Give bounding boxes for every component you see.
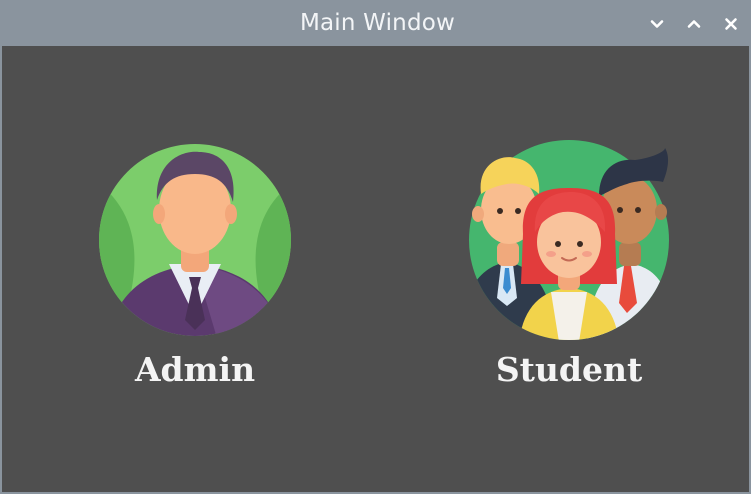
maximize-button[interactable] — [681, 11, 707, 37]
admin-option[interactable]: Admin — [85, 46, 305, 406]
student-option[interactable]: Student — [459, 46, 679, 406]
chevron-down-icon — [650, 20, 664, 28]
minimize-button[interactable] — [644, 11, 670, 37]
window-title: Main Window — [299, 10, 456, 36]
admin-avatar-icon[interactable] — [97, 142, 293, 338]
student-label[interactable]: Student — [459, 350, 679, 389]
close-button[interactable] — [718, 11, 744, 37]
close-icon — [725, 18, 737, 30]
chevron-up-icon — [687, 20, 701, 28]
main-window: Main Window Admin Student — [0, 0, 751, 494]
admin-label[interactable]: Admin — [85, 350, 305, 389]
title-bar[interactable]: Main Window — [2, 0, 751, 46]
students-group-icon[interactable] — [467, 138, 671, 342]
content-area: Admin Student — [2, 46, 751, 494]
